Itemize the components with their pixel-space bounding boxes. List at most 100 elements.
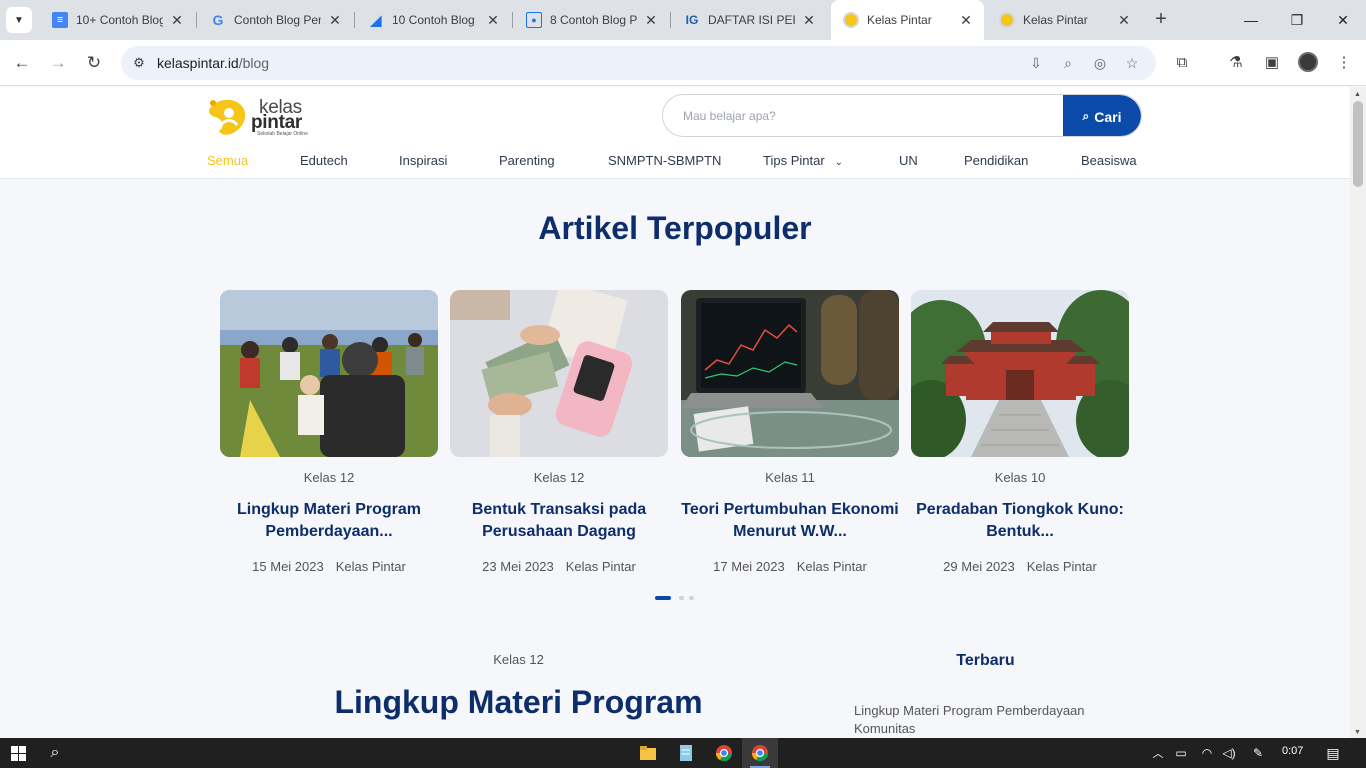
reload-icon: ↻ bbox=[86, 53, 102, 72]
close-icon[interactable]: ✕ bbox=[643, 12, 659, 29]
article-author: Kelas Pintar bbox=[335, 559, 406, 574]
arrow-right-icon: → bbox=[49, 53, 67, 72]
restore-button[interactable]: ❐ bbox=[1274, 0, 1320, 40]
article-title[interactable]: Lingkup Materi Program Pemberdayaan... bbox=[220, 499, 438, 545]
article-card[interactable]: Kelas 12 Lingkup Materi Program Pemberda… bbox=[220, 290, 438, 590]
taskbar-chrome-active[interactable] bbox=[742, 738, 778, 768]
carousel-dot[interactable] bbox=[679, 596, 684, 600]
scrollbar-thumb[interactable] bbox=[1353, 101, 1363, 187]
site-settings-icon[interactable]: ⚙ bbox=[129, 53, 149, 73]
search-icon: ⌕ bbox=[50, 744, 60, 761]
wifi-icon[interactable]: ◠ bbox=[1198, 738, 1216, 768]
address-bar[interactable]: ⚙ kelaspintar.id/blog ⇩ ⌕ ◎ ☆ bbox=[121, 46, 1156, 80]
article-title[interactable]: Teori Pertumbuhan Ekonomi Menurut W.W... bbox=[681, 499, 899, 545]
tab-search-button[interactable]: ▼ bbox=[6, 7, 32, 33]
side-panel-icon[interactable]: ▣ bbox=[1260, 51, 1284, 75]
article-thumbnail[interactable] bbox=[450, 290, 668, 457]
browser-tab[interactable]: ≡ 10+ Contoh Blog ✕ bbox=[40, 6, 195, 34]
close-icon: ✕ bbox=[1337, 11, 1349, 28]
volume-icon[interactable]: ◁) bbox=[1220, 738, 1238, 768]
tracking-protection-icon[interactable]: ◎ bbox=[1090, 53, 1110, 73]
category-pendidikan[interactable]: Pendidikan bbox=[964, 153, 1028, 168]
category-beasiswa[interactable]: Beasiswa bbox=[1081, 153, 1137, 168]
chevron-down-icon: ▼ bbox=[14, 14, 24, 26]
category-nav: Semua Edutech Inspirasi Parenting SNMPTN… bbox=[0, 153, 1350, 173]
article-card[interactable]: Kelas 10 Peradaban Tiongkok Kuno: Bentuk… bbox=[911, 290, 1129, 590]
profile-avatar[interactable] bbox=[1298, 52, 1318, 72]
category-inspirasi[interactable]: Inspirasi bbox=[399, 153, 447, 168]
install-app-icon[interactable]: ⇩ bbox=[1026, 53, 1046, 73]
category-tips-pintar[interactable]: Tips Pintar ⌄ bbox=[763, 153, 843, 168]
category-parenting[interactable]: Parenting bbox=[499, 153, 555, 168]
tab-title: 10+ Contoh Blog bbox=[76, 13, 163, 27]
chrome-icon bbox=[716, 745, 732, 761]
pen-icon[interactable]: ✎ bbox=[1249, 738, 1267, 768]
article-title[interactable]: Bentuk Transaksi pada Perusahaan Dagang bbox=[450, 499, 668, 545]
start-button[interactable] bbox=[0, 738, 36, 768]
scroll-up-icon[interactable]: ▲ bbox=[1354, 91, 1361, 98]
reload-button[interactable]: ↻ bbox=[82, 51, 106, 75]
tab-title: Kelas Pintar bbox=[867, 13, 932, 27]
article-thumbnail[interactable] bbox=[681, 290, 899, 457]
close-icon[interactable]: ✕ bbox=[485, 12, 501, 29]
battery-icon[interactable]: ▭ bbox=[1172, 738, 1190, 768]
close-icon[interactable]: ✕ bbox=[958, 12, 974, 29]
browser-tab[interactable]: Kelas Pintar ✕ bbox=[987, 6, 1142, 34]
search-button[interactable]: ⌕ Cari bbox=[1063, 95, 1141, 136]
taskbar-clock[interactable]: 0:07 bbox=[1282, 745, 1303, 757]
url-text[interactable]: kelaspintar.id/blog bbox=[157, 55, 269, 71]
close-icon[interactable]: ✕ bbox=[1116, 12, 1132, 29]
labs-icon[interactable]: ⚗ bbox=[1224, 51, 1248, 75]
back-button[interactable]: ← bbox=[10, 51, 34, 75]
carousel-dot[interactable] bbox=[655, 596, 671, 600]
site-logo[interactable]: kelas pintar Sekolah Belajar Online bbox=[207, 93, 308, 139]
taskbar-chrome[interactable] bbox=[706, 738, 742, 768]
google-icon: G bbox=[212, 12, 224, 28]
logo-mark-icon bbox=[208, 99, 246, 135]
article-thumbnail[interactable] bbox=[911, 290, 1129, 457]
close-icon[interactable]: ✕ bbox=[327, 12, 343, 29]
article-grade: Kelas 12 bbox=[533, 470, 585, 485]
section-title: Artikel Terpopuler bbox=[538, 210, 812, 246]
article-meta: 23 Mei 2023 Kelas Pintar bbox=[450, 559, 668, 574]
taskbar-notepad[interactable] bbox=[668, 738, 704, 768]
close-icon[interactable]: ✕ bbox=[169, 12, 185, 29]
extensions-icon[interactable]: ⧉ bbox=[1170, 51, 1194, 75]
article-thumbnail[interactable] bbox=[220, 290, 438, 457]
carousel-dot[interactable] bbox=[689, 596, 694, 600]
category-edutech[interactable]: Edutech bbox=[300, 153, 348, 168]
category-semua[interactable]: Semua bbox=[207, 153, 248, 168]
notifications-icon[interactable]: ▤ bbox=[1320, 738, 1346, 768]
bookmark-star-icon[interactable]: ☆ bbox=[1122, 53, 1142, 73]
article-author: Kelas Pintar bbox=[796, 559, 867, 574]
taskbar-file-explorer[interactable] bbox=[630, 738, 666, 768]
close-window-button[interactable]: ✕ bbox=[1320, 0, 1366, 40]
zoom-icon[interactable]: ⌕ bbox=[1058, 53, 1078, 73]
article-card[interactable]: Kelas 12 Bentuk Transaksi pada Perusahaa… bbox=[450, 290, 668, 590]
browser-tab[interactable]: G Contoh Blog Pen ✕ bbox=[198, 6, 353, 34]
browser-tab[interactable]: ● 8 Contoh Blog P ✕ bbox=[514, 6, 669, 34]
menu-icon[interactable]: ⋮ bbox=[1332, 51, 1356, 75]
browser-tab-active[interactable]: Kelas Pintar ✕ bbox=[831, 0, 984, 40]
category-un[interactable]: UN bbox=[899, 153, 918, 168]
page-scrollbar[interactable]: ▲ ▼ bbox=[1350, 87, 1366, 738]
docs-icon: ≡ bbox=[52, 12, 68, 28]
forward-button[interactable]: → bbox=[46, 51, 70, 75]
browser-tab[interactable]: IG DAFTAR ISI PERA ✕ bbox=[672, 6, 827, 34]
close-icon[interactable]: ✕ bbox=[801, 12, 817, 29]
browser-tab[interactable]: ◢ 10 Contoh Blog ✕ bbox=[356, 6, 511, 34]
minimize-button[interactable]: — bbox=[1228, 0, 1274, 40]
sidebar-article-link[interactable]: Lingkup Materi Program Pemberdayaan Komu… bbox=[854, 702, 1124, 738]
article-card[interactable]: Kelas 11 Teori Pertumbuhan Ekonomi Menur… bbox=[681, 290, 899, 590]
scroll-down-icon[interactable]: ▼ bbox=[1354, 729, 1361, 736]
taskbar-search-button[interactable]: ⌕ bbox=[38, 738, 72, 768]
tab-separator bbox=[196, 12, 197, 28]
search-input[interactable] bbox=[683, 95, 1053, 136]
category-tips-pintar-label: Tips Pintar bbox=[763, 153, 825, 168]
tray-overflow-icon[interactable]: ︿ bbox=[1150, 738, 1166, 768]
article-title[interactable]: Peradaban Tiongkok Kuno: Bentuk... bbox=[911, 499, 1129, 545]
category-snmptn-sbmptn[interactable]: SNMPTN-SBMPTN bbox=[608, 153, 721, 168]
os-taskbar: ⌕ ︿ ▭ ◠ ◁) ✎ 0:07 ▤ bbox=[0, 738, 1366, 768]
new-tab-button[interactable]: + bbox=[1151, 8, 1171, 32]
article-grade: Kelas 12 bbox=[303, 470, 355, 485]
